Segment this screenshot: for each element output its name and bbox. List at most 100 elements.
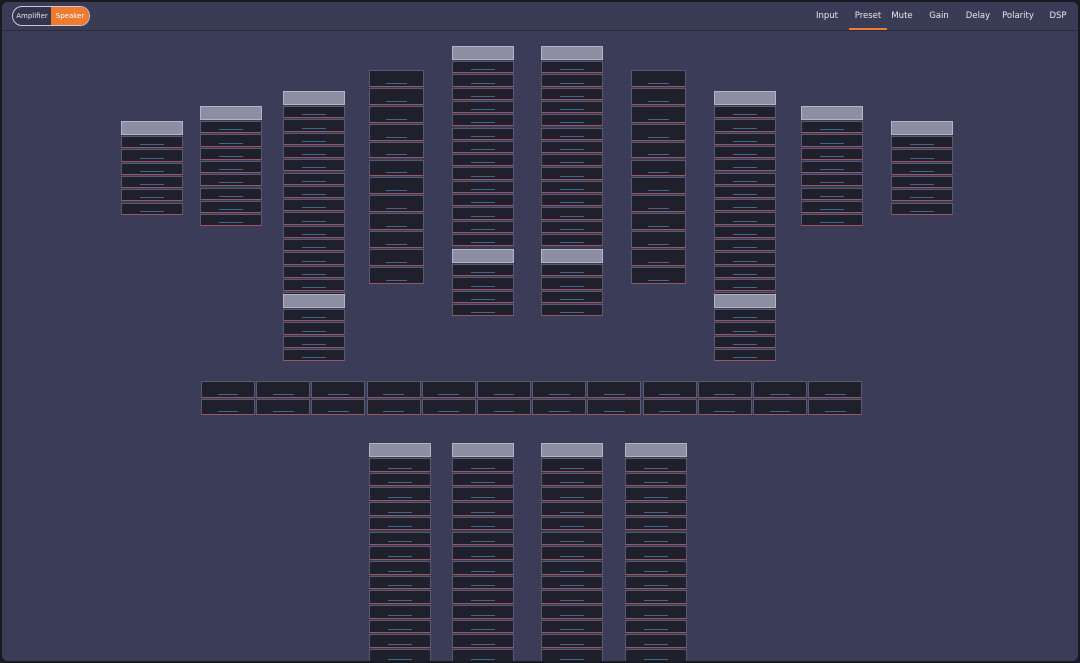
- speaker-cell[interactable]: [452, 290, 514, 303]
- speaker-cell[interactable]: [452, 61, 514, 74]
- speaker-group[interactable]: [714, 294, 776, 362]
- speaker-cell[interactable]: [625, 546, 687, 560]
- speaker-cell[interactable]: [625, 605, 687, 619]
- speaker-cell[interactable]: [541, 560, 603, 575]
- speaker-cell[interactable]: [369, 605, 431, 619]
- speaker-cell[interactable]: [541, 74, 603, 87]
- speaker-cell[interactable]: [714, 132, 776, 145]
- speaker-cell[interactable]: [369, 70, 424, 87]
- speaker-cell[interactable]: [452, 264, 514, 277]
- speaker-group[interactable]: [541, 443, 603, 661]
- speaker-group[interactable]: [256, 381, 311, 416]
- speaker-cell[interactable]: [714, 265, 776, 278]
- speaker-cell[interactable]: [631, 87, 686, 105]
- speaker-cell[interactable]: [541, 487, 603, 502]
- speaker-group-header[interactable]: [452, 46, 514, 60]
- speaker-group[interactable]: [200, 106, 262, 227]
- speaker-group-header[interactable]: [541, 249, 603, 263]
- speaker-cell[interactable]: [714, 212, 776, 225]
- speaker-cell[interactable]: [625, 619, 687, 634]
- nav-gain[interactable]: Gain: [923, 2, 955, 30]
- speaker-cell[interactable]: [801, 187, 863, 200]
- speaker-cell[interactable]: [452, 180, 514, 193]
- amplifier-speaker-toggle[interactable]: Amplifier Speaker: [12, 6, 90, 26]
- speaker-group[interactable]: [369, 70, 424, 285]
- speaker-cell[interactable]: [631, 123, 686, 141]
- speaker-group-header[interactable]: [891, 121, 953, 135]
- speaker-cell[interactable]: [200, 134, 262, 147]
- speaker-cell[interactable]: [625, 590, 687, 604]
- speaker-cell[interactable]: [452, 207, 514, 220]
- speaker-cell[interactable]: [714, 106, 776, 119]
- speaker-group-header[interactable]: [369, 443, 431, 457]
- speaker-cell[interactable]: [452, 472, 514, 487]
- speaker-cell[interactable]: [541, 546, 603, 560]
- speaker-cell[interactable]: [541, 207, 603, 220]
- speaker-cell[interactable]: [631, 266, 686, 284]
- speaker-cell[interactable]: [283, 322, 345, 335]
- speaker-cell[interactable]: [697, 381, 752, 398]
- speaker-toggle-option[interactable]: Speaker: [51, 7, 89, 25]
- speaker-cell[interactable]: [369, 195, 424, 213]
- speaker-cell[interactable]: [200, 187, 262, 200]
- speaker-cell[interactable]: [201, 398, 255, 415]
- speaker-cell[interactable]: [541, 472, 603, 487]
- speaker-cell[interactable]: [541, 590, 603, 604]
- speaker-cell[interactable]: [541, 303, 603, 317]
- speaker-cell[interactable]: [541, 531, 603, 546]
- speaker-cell[interactable]: [532, 398, 587, 415]
- speaker-group[interactable]: [541, 46, 603, 247]
- speaker-cell[interactable]: [714, 145, 776, 159]
- speaker-cell[interactable]: [541, 220, 603, 233]
- speaker-cell[interactable]: [801, 214, 863, 227]
- speaker-cell[interactable]: [631, 159, 686, 177]
- speaker-cell[interactable]: [541, 649, 603, 661]
- speaker-cell[interactable]: [891, 189, 953, 202]
- speaker-group[interactable]: [697, 381, 752, 416]
- speaker-cell[interactable]: [369, 546, 431, 560]
- speaker-group[interactable]: [477, 381, 531, 416]
- speaker-cell[interactable]: [642, 381, 697, 398]
- speaker-cell[interactable]: [369, 266, 424, 284]
- speaker-cell[interactable]: [452, 605, 514, 619]
- speaker-cell[interactable]: [452, 560, 514, 575]
- speaker-cell[interactable]: [452, 458, 514, 472]
- speaker-cell[interactable]: [541, 619, 603, 634]
- speaker-cell[interactable]: [369, 141, 424, 159]
- speaker-cell[interactable]: [642, 398, 697, 415]
- nav-mute[interactable]: Mute: [887, 2, 917, 30]
- speaker-group-header[interactable]: [541, 46, 603, 60]
- speaker-cell[interactable]: [283, 185, 345, 199]
- speaker-cell[interactable]: [625, 531, 687, 546]
- speaker-cell[interactable]: [200, 214, 262, 227]
- nav-input[interactable]: Input: [810, 2, 844, 30]
- speaker-cell[interactable]: [541, 167, 603, 180]
- speaker-cell[interactable]: [541, 264, 603, 277]
- speaker-cell[interactable]: [369, 575, 431, 590]
- speaker-cell[interactable]: [452, 154, 514, 167]
- speaker-cell[interactable]: [369, 458, 431, 472]
- speaker-cell[interactable]: [541, 458, 603, 472]
- speaker-cell[interactable]: [452, 140, 514, 154]
- speaker-cell[interactable]: [283, 159, 345, 172]
- speaker-cell[interactable]: [201, 381, 255, 398]
- speaker-cell[interactable]: [541, 575, 603, 590]
- speaker-group[interactable]: [631, 70, 686, 285]
- speaker-cell[interactable]: [452, 546, 514, 560]
- speaker-cell[interactable]: [891, 202, 953, 215]
- speaker-cell[interactable]: [452, 487, 514, 502]
- speaker-cell[interactable]: [369, 472, 431, 487]
- speaker-cell[interactable]: [369, 159, 424, 177]
- speaker-cell[interactable]: [714, 185, 776, 199]
- speaker-group[interactable]: [753, 381, 807, 416]
- speaker-cell[interactable]: [753, 398, 807, 415]
- speaker-cell[interactable]: [801, 121, 863, 134]
- speaker-cell[interactable]: [283, 265, 345, 278]
- speaker-cell[interactable]: [283, 309, 345, 322]
- speaker-cell[interactable]: [714, 119, 776, 132]
- speaker-group-header[interactable]: [283, 91, 345, 105]
- speaker-cell[interactable]: [452, 233, 514, 247]
- speaker-cell[interactable]: [532, 381, 587, 398]
- speaker-cell[interactable]: [891, 149, 953, 162]
- speaker-cell[interactable]: [477, 398, 531, 415]
